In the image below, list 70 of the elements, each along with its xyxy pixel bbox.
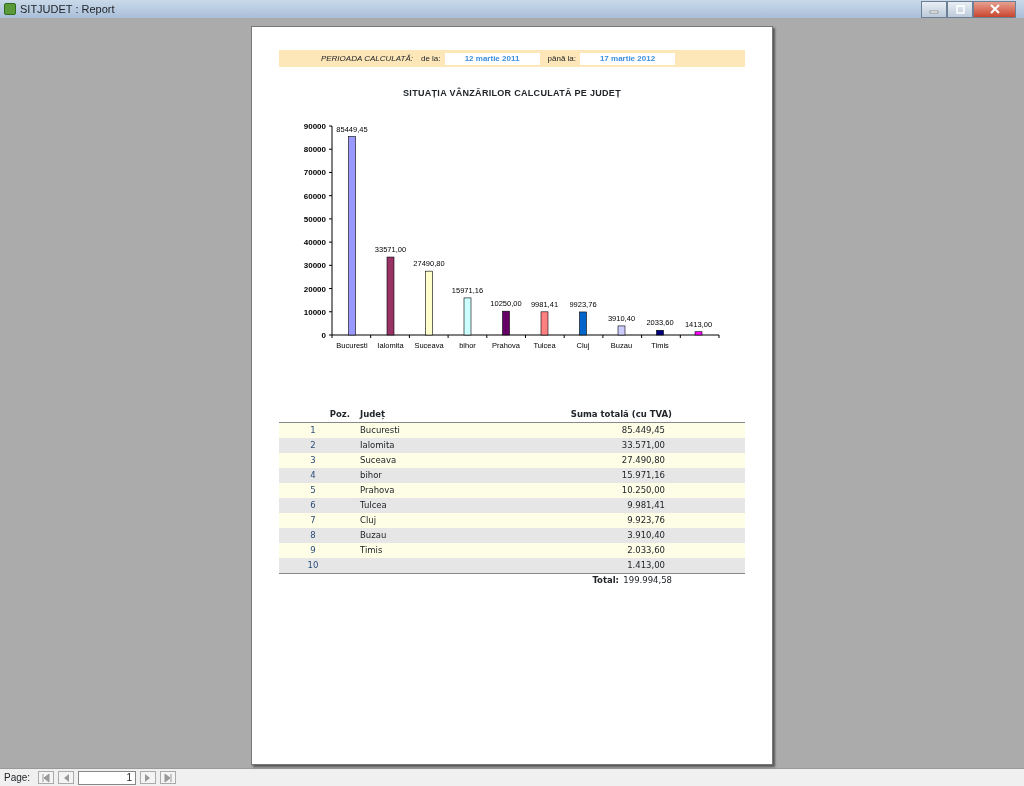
table-cell-text: 9 — [309, 543, 317, 557]
bar — [502, 310, 510, 335]
table-cell-text: 10.250,00 — [620, 483, 665, 497]
table-cell-text: 9.981,41 — [626, 498, 665, 512]
table-cell-text: 33.571,00 — [620, 438, 665, 452]
minimize-button[interactable] — [921, 0, 947, 18]
page-number-field[interactable]: 1 — [78, 770, 137, 785]
table-cell-text: Cluj — [359, 513, 378, 527]
table-cell-text: Prahova — [359, 483, 396, 497]
y-tick-label: 40000 — [303, 237, 326, 247]
table-cell-text: 10 — [306, 558, 320, 572]
table-cell-text: Buzau — [359, 528, 388, 542]
table-cell-text: 2.033,60 — [626, 543, 665, 557]
table-cell-text: 6 — [309, 498, 317, 512]
table-cell-text: 3 — [309, 453, 317, 467]
to-label: până la: — [547, 52, 576, 65]
table-cell-text: 7 — [309, 513, 317, 527]
report-title: SITUAȚIA VÂNZĂRILOR CALCULATĂ PE JUDEȚ — [402, 87, 622, 100]
period-label: PERIOADA CALCULATĂ: — [320, 52, 413, 65]
window-title: SITJUDET : Report — [20, 1, 116, 17]
table-cell-text: Timis — [359, 543, 384, 557]
last-page-button[interactable] — [160, 771, 177, 784]
table-cell-text: Tulcea — [359, 498, 388, 512]
y-tick-label: 30000 — [303, 260, 326, 270]
from-date-field: 12 martie 2011 — [444, 52, 540, 65]
table-cell-text: 85.449,45 — [620, 423, 665, 437]
total-value: 199.994,58 — [622, 574, 672, 587]
total-label: Total: — [591, 574, 619, 587]
bar — [694, 330, 703, 335]
y-tick-label: 0 — [321, 330, 326, 340]
table-cell-text: Bucuresti — [359, 423, 401, 437]
first-page-button[interactable] — [38, 771, 55, 784]
bar — [579, 311, 587, 335]
page-label: Page: — [4, 771, 31, 785]
next-page-button[interactable] — [140, 771, 157, 784]
to-date-field: 17 martie 2012 — [580, 52, 675, 65]
table-cell-text: 3.910,40 — [626, 528, 665, 542]
column-header: Suma totală (cu TVA) — [569, 408, 672, 421]
column-header: Județ — [358, 408, 387, 421]
table-cell-text: 4 — [309, 468, 317, 482]
table-cell-text: Suceava — [359, 453, 398, 467]
bar — [425, 270, 433, 335]
y-tick-label: 80000 — [303, 144, 326, 154]
y-tick-label: 70000 — [303, 167, 326, 177]
y-tick-label: 90000 — [303, 121, 326, 131]
table-cell-text: 8 — [309, 528, 317, 542]
y-tick-label: 20000 — [303, 284, 326, 294]
table-cell-text: bihor — [359, 468, 383, 482]
table-cell-text: 1.413,00 — [626, 558, 665, 572]
y-tick-label: 50000 — [303, 214, 326, 224]
table-cell-text: Ialomita — [359, 438, 396, 452]
bar — [617, 325, 626, 335]
table-cell-text: 2 — [309, 438, 317, 452]
bar — [540, 311, 549, 335]
table-cell-text: 27.490,80 — [620, 453, 665, 467]
restore-button[interactable] — [947, 0, 973, 18]
bar — [463, 297, 472, 335]
minimize-icon — [930, 11, 938, 13]
close-button[interactable] — [973, 0, 1016, 18]
bar — [656, 329, 664, 335]
app-icon — [4, 3, 16, 15]
column-header: Poz. — [328, 408, 351, 421]
table-cell-text: 9.923,76 — [626, 513, 665, 527]
table-cell-text: 1 — [309, 423, 317, 437]
y-tick-label: 10000 — [303, 307, 326, 317]
y-tick-label: 60000 — [303, 191, 326, 201]
table-cell-text: 15.971,16 — [620, 468, 665, 482]
table-cell-text: 5 — [309, 483, 317, 497]
previous-page-button[interactable] — [58, 771, 75, 784]
from-label: de la: — [420, 52, 441, 65]
